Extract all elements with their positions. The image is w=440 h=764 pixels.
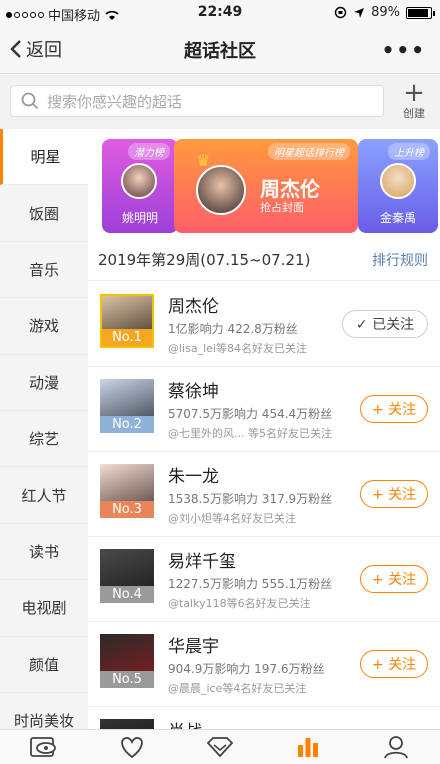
list-item[interactable]: No.5 华晨宇 904.9万影响力 197.6万粉丝 @晨晨_ice等4名好友… <box>88 622 440 707</box>
card-tag: 明星超话排行榜 <box>268 143 350 160</box>
avatar: No.3 <box>100 464 154 518</box>
tab-ranking[interactable] <box>264 730 352 764</box>
follow-button[interactable]: + 关注 <box>360 395 428 423</box>
main-content: 潜力榜 姚明明 上升榜 金秦禹 明星超话排行榜 ♛ 周杰伦 抢占封面 2019年… <box>88 129 440 729</box>
star-name: 肖战 <box>168 717 202 729</box>
card-tag: 潜力榜 <box>128 143 170 160</box>
influence-stats: 5707.5万影响力 454.4万粉丝 <box>168 407 333 421</box>
avatar <box>121 163 157 199</box>
avatar: No.2 <box>100 379 154 433</box>
list-item[interactable]: No.3 朱一龙 1538.5万影响力 317.9万粉丝 @刘小炟等4名好友已关… <box>88 452 440 537</box>
battery-percent: 89% <box>371 5 400 20</box>
plus-icon: + <box>403 78 425 108</box>
tab-diamond[interactable] <box>176 730 264 764</box>
followed-button[interactable]: ✓ 已关注 <box>342 310 428 338</box>
influence-stats: 1227.5万影响力 555.1万粉丝 <box>168 577 333 591</box>
create-button[interactable]: + 创建 <box>400 78 428 121</box>
ranking-list: No.1 周杰伦 1亿影响力 422.8万粉丝 @lisa_lei等84名好友已… <box>88 282 440 729</box>
create-label: 创建 <box>403 107 425 120</box>
card-name: 周杰伦 <box>260 177 320 201</box>
sidebar-item-music[interactable]: 音乐 <box>0 242 88 299</box>
sidebar-item-variety[interactable]: 综艺 <box>0 411 88 468</box>
tab-discover[interactable] <box>0 730 88 764</box>
potential-list-card[interactable]: 潜力榜 姚明明 <box>102 139 178 233</box>
card-name: 金秦禹 <box>379 211 416 225</box>
star-name: 蔡徐坤 <box>168 382 219 402</box>
battery-icon <box>406 6 435 19</box>
status-bar: 中国移动 22:49 89% <box>0 0 440 26</box>
ranking-banner: 潜力榜 姚明明 上升榜 金秦禹 明星超话排行榜 ♛ 周杰伦 抢占封面 <box>88 129 440 237</box>
avatar: No.5 <box>100 634 154 688</box>
sidebar-item-anime[interactable]: 动漫 <box>0 355 88 411</box>
friends-following: @七里外的风... 等5名好友已关注 <box>168 427 332 440</box>
chart-bar-icon <box>298 738 318 757</box>
star-name: 周杰伦 <box>168 297 219 317</box>
sidebar-item-influencer[interactable]: 红人节 <box>0 467 88 524</box>
heart-icon <box>121 737 143 759</box>
friends-following: @刘小炟等4名好友已关注 <box>168 512 296 525</box>
influence-stats: 904.9万影响力 197.6万粉丝 <box>168 662 325 676</box>
sidebar-item-fandom[interactable]: 饭圈 <box>0 185 88 242</box>
diamond-icon <box>206 737 234 758</box>
rank-badge: No.1 <box>102 329 152 346</box>
avatar <box>380 163 416 199</box>
list-item[interactable]: No.2 蔡徐坤 5707.5万影响力 454.4万粉丝 @七里外的风... 等… <box>88 367 440 452</box>
avatar: No.1 <box>100 294 154 348</box>
influence-stats: 1538.5万影响力 317.9万粉丝 <box>168 492 333 506</box>
rank-badge: No.2 <box>100 416 154 433</box>
nav-bar: 返回 超话社区 ••• <box>0 26 440 74</box>
sidebar-item-looks[interactable]: 颜值 <box>0 637 88 693</box>
rank-badge: No.4 <box>100 586 154 603</box>
week-header: 2019年第29周(07.15~07.21) 排行规则 <box>88 241 440 281</box>
sidebar-item-stars[interactable]: 明星 <box>0 129 88 186</box>
search-icon <box>21 92 39 110</box>
ranking-rules-link[interactable]: 排行规则 <box>372 250 428 270</box>
week-label: 2019年第29周(07.15~07.21) <box>98 251 311 269</box>
tab-profile[interactable] <box>352 730 440 764</box>
page-title: 超话社区 <box>184 41 256 62</box>
follow-button[interactable]: + 关注 <box>360 565 428 593</box>
list-item[interactable]: No.4 易烊千玺 1227.5万影响力 555.1万粉丝 @talky118等… <box>88 537 440 622</box>
star-name: 易烊千玺 <box>168 552 236 572</box>
avatar <box>100 719 154 729</box>
influence-stats: 1亿影响力 422.8万粉丝 <box>168 322 298 336</box>
card-subtitle: 抢占封面 <box>260 201 304 214</box>
search-placeholder: 搜索你感兴趣的超话 <box>47 92 183 111</box>
search-bar: 搜索你感兴趣的超话 + 创建 <box>0 75 440 129</box>
tab-bar <box>0 729 440 764</box>
list-item[interactable]: No.1 周杰伦 1亿影响力 422.8万粉丝 @lisa_lei等84名好友已… <box>88 282 440 367</box>
card-tag: 上升榜 <box>388 143 430 160</box>
eye-card-icon <box>30 737 56 757</box>
star-name: 华晨宇 <box>168 637 219 657</box>
sidebar-item-books[interactable]: 读书 <box>0 524 88 581</box>
follow-button[interactable]: + 关注 <box>360 650 428 678</box>
friends-following: @lisa_lei等84名好友已关注 <box>168 342 307 355</box>
person-icon <box>384 736 408 759</box>
avatar: No.4 <box>100 549 154 603</box>
category-sidebar: 明星 饭圈 音乐 游戏 动漫 综艺 红人节 读书 电视剧 颜值 时尚美妆 <box>0 129 88 750</box>
star-rank-card[interactable]: 明星超话排行榜 ♛ 周杰伦 抢占封面 <box>174 139 358 233</box>
avatar <box>196 165 246 215</box>
tab-favorites[interactable] <box>88 730 176 764</box>
status-right: 89% <box>334 5 435 20</box>
rank-badge: No.3 <box>100 501 154 518</box>
search-input[interactable]: 搜索你感兴趣的超话 <box>10 85 384 117</box>
location-icon <box>354 7 365 18</box>
rising-list-card[interactable]: 上升榜 金秦禹 <box>358 139 438 233</box>
follow-button[interactable]: + 关注 <box>360 480 428 508</box>
lock-rotation-icon <box>334 6 347 19</box>
rank-badge: No.5 <box>100 671 154 688</box>
list-item[interactable]: 肖战 <box>88 707 440 729</box>
friends-following: @晨晨_ice等4名好友已关注 <box>168 682 307 695</box>
sidebar-item-tv[interactable]: 电视剧 <box>0 580 88 637</box>
card-name: 姚明明 <box>121 211 158 225</box>
avatar-image <box>100 719 154 729</box>
friends-following: @talky118等6名好友已关注 <box>168 597 311 610</box>
star-name: 朱一龙 <box>168 467 219 487</box>
sidebar-item-games[interactable]: 游戏 <box>0 298 88 355</box>
more-button[interactable]: ••• <box>382 38 426 62</box>
